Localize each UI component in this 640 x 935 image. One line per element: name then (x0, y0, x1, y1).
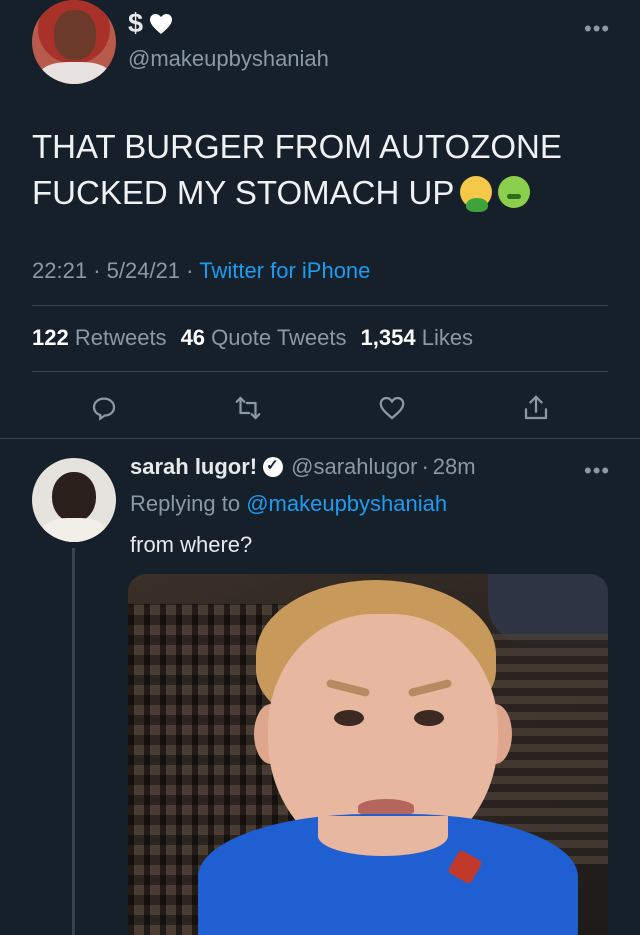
quotes-label: Quote Tweets (211, 325, 347, 350)
tweet-actions (0, 390, 640, 430)
separator-dot: · (186, 258, 194, 283)
reply-icon (92, 397, 116, 421)
likes-count: 1,354 (360, 325, 416, 350)
tweet-stats: 122 Retweets 46 Quote Tweets 1,354 Likes (32, 325, 473, 351)
retweets-count: 122 (32, 325, 69, 350)
quotes-stat[interactable]: 46 Quote Tweets (181, 325, 347, 351)
reply-photo[interactable] (128, 574, 608, 935)
handle[interactable]: @makeupbyshaniah (128, 46, 329, 72)
quotes-count: 46 (180, 325, 206, 350)
share-icon (524, 395, 548, 420)
tweet-date: 5/24/21 (106, 258, 181, 283)
display-name[interactable]: $ (128, 8, 173, 39)
likes-label: Likes (421, 325, 474, 350)
likes-stat[interactable]: 1,354 Likes (361, 325, 474, 351)
retweet-button[interactable] (230, 390, 266, 426)
reply-handle[interactable]: @sarahlugor (291, 454, 417, 480)
like-icon (379, 396, 405, 420)
retweets-label: Retweets (74, 325, 167, 350)
replying-to: Replying to @makeupbyshaniah (130, 491, 447, 517)
dollar-symbol: $ (128, 8, 144, 38)
nauseated-face-icon (498, 176, 531, 208)
reply-display-name[interactable]: sarah lugor! (130, 454, 257, 480)
replying-prefix: Replying to (130, 491, 241, 516)
divider (32, 371, 608, 372)
face-vomiting-icon (460, 176, 493, 212)
reply-header: sarah lugor! @sarahlugor · 28m (130, 454, 476, 480)
tweet-time: 22:21 (32, 258, 88, 283)
retweet-icon (235, 396, 261, 420)
more-options-icon[interactable]: ••• (584, 18, 610, 40)
tweet-meta: 22:21 · 5/24/21 · Twitter for iPhone (32, 258, 370, 284)
tweet-text: THAT BURGER FROM AUTOZONE FUCKED MY STOM… (32, 124, 612, 216)
like-button[interactable] (374, 390, 410, 426)
tweet-source[interactable]: Twitter for iPhone (199, 258, 370, 283)
divider (32, 305, 608, 306)
avatar[interactable] (32, 0, 116, 84)
replying-to-handle[interactable]: @makeupbyshaniah (246, 491, 447, 516)
reply-text: from where? (130, 532, 253, 557)
reply-more-options-icon[interactable]: ••• (584, 460, 610, 482)
separator-dot: · (93, 258, 101, 283)
heart-icon (150, 13, 173, 34)
share-button[interactable] (518, 390, 554, 426)
reply-avatar[interactable] (32, 458, 116, 542)
divider (0, 438, 640, 439)
thread-line (72, 548, 75, 935)
separator-dot: · (421, 454, 429, 479)
reply-button[interactable] (86, 390, 122, 426)
verified-badge-icon (263, 456, 284, 477)
reply-time: 28m (432, 454, 476, 479)
retweets-stat[interactable]: 122 Retweets (32, 325, 167, 351)
